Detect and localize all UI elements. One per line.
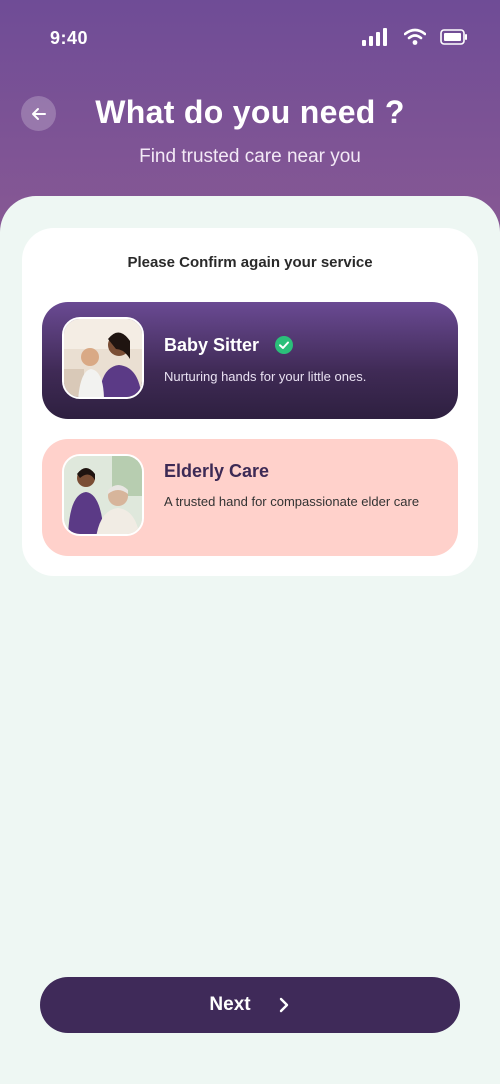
battery-icon: [440, 29, 467, 45]
option-elderly-care[interactable]: Elderly Care A trusted hand for compassi…: [42, 439, 458, 556]
next-button[interactable]: Next: [40, 977, 460, 1033]
option-description: Nurturing hands for your little ones.: [164, 369, 367, 384]
signal-icon: [362, 28, 387, 46]
baby-sitter-photo: [62, 317, 144, 399]
wifi-icon: [404, 28, 426, 45]
status-icons: [362, 28, 468, 46]
option-name: Elderly Care: [164, 461, 270, 481]
elderly-care-photo: [62, 454, 144, 536]
card-title: Please Confirm again your service: [127, 254, 373, 271]
status-bar: 9:40: [0, 0, 500, 76]
content-panel: Please Confirm again your service Baby S…: [0, 196, 500, 1084]
chevron-right-icon: [279, 997, 288, 1013]
option-baby-sitter[interactable]: Baby Sitter Nurturing hands for your lit…: [42, 302, 458, 419]
status-time: 9:40: [50, 28, 89, 48]
check-badge-icon: [275, 336, 293, 354]
page-subtitle: Find trusted care near you: [139, 146, 361, 167]
option-description: A trusted hand for compassionate elder c…: [164, 494, 420, 509]
next-label: Next: [209, 994, 251, 1015]
service-card: Please Confirm again your service Baby S…: [22, 228, 478, 576]
option-name: Baby Sitter: [164, 335, 260, 355]
page-title: What do you need ?: [95, 94, 405, 130]
